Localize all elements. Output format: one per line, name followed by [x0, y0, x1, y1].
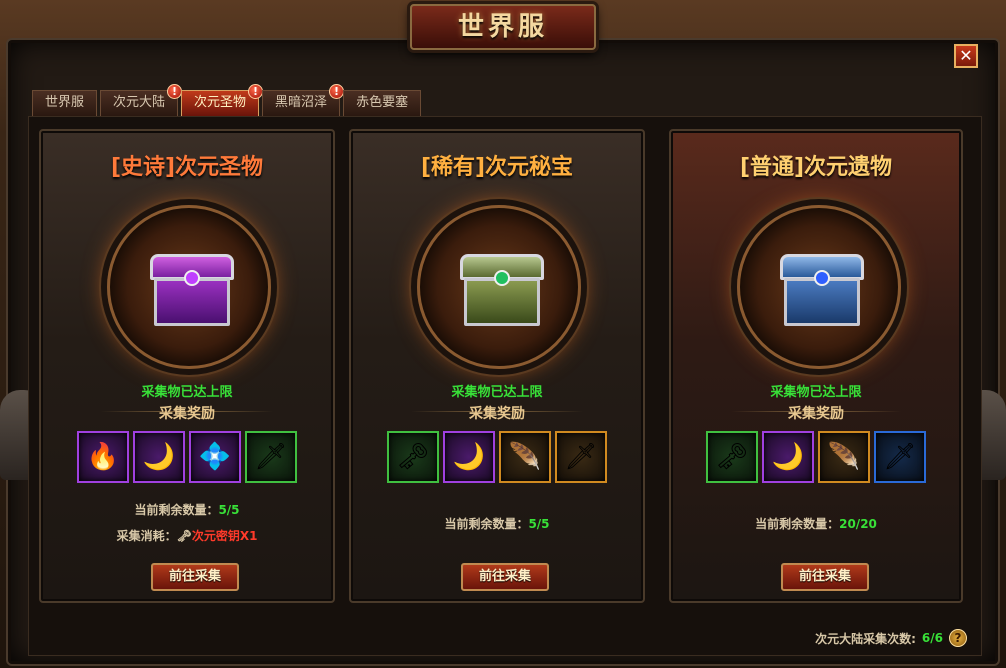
chest-ring: [417, 205, 581, 369]
dagger-icon[interactable]: 🗡: [555, 431, 607, 483]
moon-shard-icon[interactable]: 🌙: [443, 431, 495, 483]
moon-shard-icon[interactable]: 🌙: [762, 431, 814, 483]
remaining-count: 当前剩余数量：20/20: [671, 515, 961, 532]
go-collect-button[interactable]: 前往采集: [781, 563, 869, 591]
status-text: 采集物已达上限: [451, 385, 543, 400]
reward-label: 采集奖励: [469, 406, 525, 422]
scimitar-icon[interactable]: 🗡: [245, 431, 297, 483]
rune-stone-icon[interactable]: 💠: [189, 431, 241, 483]
close-button[interactable]: ✕: [954, 44, 978, 68]
go-collect-button[interactable]: 前往采集: [461, 563, 549, 591]
collection-count-footer: 次元大陆采集次数: 6/6 ?: [815, 629, 967, 647]
tab-label: 世界服: [45, 95, 85, 110]
cost-label: 采集消耗：: [116, 529, 177, 543]
status-text: 采集物已达上限: [770, 385, 862, 400]
collection-count-label: 次元大陆采集次数:: [815, 631, 916, 646]
remaining-count: 当前剩余数量：5/5: [351, 515, 643, 532]
help-icon[interactable]: ?: [949, 629, 967, 647]
tab-label: 赤色要塞: [356, 95, 409, 110]
window-title-plate: 世界服: [410, 4, 596, 50]
alert-badge-icon: !: [248, 84, 264, 99]
tab-world-server[interactable]: 世界服: [32, 90, 98, 116]
content-panel: [史诗]次元圣物 采集物已达上限 采集奖励 🔥 🌙 💠 🗡 当前剩余数量：5/5…: [28, 116, 982, 656]
relic-card-common: [普通]次元遗物 采集物已达上限 采集奖励 🗝 🌙 🪶 🗡 当前剩余数量：20/…: [669, 129, 963, 603]
tab-label: 次元圣物: [194, 95, 247, 110]
reward-label: 采集奖励: [788, 406, 844, 422]
tab-dimension-relic[interactable]: 次元圣物!: [181, 84, 264, 116]
purple-chest-icon[interactable]: [150, 254, 234, 326]
remaining-value: 5/5: [528, 517, 550, 531]
reward-label: 采集奖励: [159, 406, 215, 422]
cost-value: 次元密钥X1: [191, 529, 258, 543]
reward-slots: 🗝 🌙 🪶 🗡: [671, 431, 961, 483]
alert-badge-icon: !: [167, 84, 183, 99]
fire-orb-icon[interactable]: 🔥: [77, 431, 129, 483]
remaining-label: 当前剩余数量：: [134, 503, 219, 517]
window-title: 世界服: [457, 12, 548, 42]
key-icon[interactable]: 🗝: [387, 431, 439, 483]
tab-label: 次元大陆: [113, 95, 166, 110]
remaining-count: 当前剩余数量：5/5: [41, 501, 333, 518]
moon-shard-icon[interactable]: 🌙: [133, 431, 185, 483]
remaining-label: 当前剩余数量：: [755, 517, 840, 531]
tab-bar: 世界服 次元大陆! 次元圣物! 黑暗沼泽! 赤色要塞: [32, 84, 422, 116]
relic-card-epic: [史诗]次元圣物 采集物已达上限 采集奖励 🔥 🌙 💠 🗡 当前剩余数量：5/5…: [39, 129, 335, 603]
feather-icon[interactable]: 🪶: [818, 431, 870, 483]
card-title: [稀有]次元秘宝: [420, 155, 574, 180]
status-text: 采集物已达上限: [141, 385, 233, 400]
remaining-value: 20/20: [839, 517, 877, 531]
sword-icon[interactable]: 🗡: [874, 431, 926, 483]
chest-ring: [737, 205, 901, 369]
tab-label: 黑暗沼泽: [275, 95, 328, 110]
reward-slots: 🗝 🌙 🪶 🗡: [351, 431, 643, 483]
tab-crimson-fortress[interactable]: 赤色要塞: [343, 90, 422, 116]
collection-count-value: 6/6: [921, 631, 943, 645]
reward-slots: 🔥 🌙 💠 🗡: [41, 431, 333, 483]
remaining-value: 5/5: [218, 503, 240, 517]
green-chest-icon[interactable]: [460, 254, 544, 326]
key-icon: 🗝: [176, 529, 192, 543]
card-title: [史诗]次元圣物: [110, 155, 264, 180]
tab-dimension-continent[interactable]: 次元大陆!: [100, 84, 183, 116]
alert-badge-icon: !: [329, 84, 345, 99]
chest-ring: [107, 205, 271, 369]
blue-chest-icon[interactable]: [780, 254, 864, 326]
key-icon[interactable]: 🗝: [706, 431, 758, 483]
relic-card-rare: [稀有]次元秘宝 采集物已达上限 采集奖励 🗝 🌙 🪶 🗡 当前剩余数量：5/5…: [349, 129, 645, 603]
remaining-label: 当前剩余数量：: [444, 517, 529, 531]
card-title: [普通]次元遗物: [739, 155, 893, 180]
collection-cost: 采集消耗：🗝次元密钥X1: [41, 527, 333, 544]
feather-icon[interactable]: 🪶: [499, 431, 551, 483]
go-collect-button[interactable]: 前往采集: [151, 563, 239, 591]
tab-dark-swamp[interactable]: 黑暗沼泽!: [262, 84, 345, 116]
